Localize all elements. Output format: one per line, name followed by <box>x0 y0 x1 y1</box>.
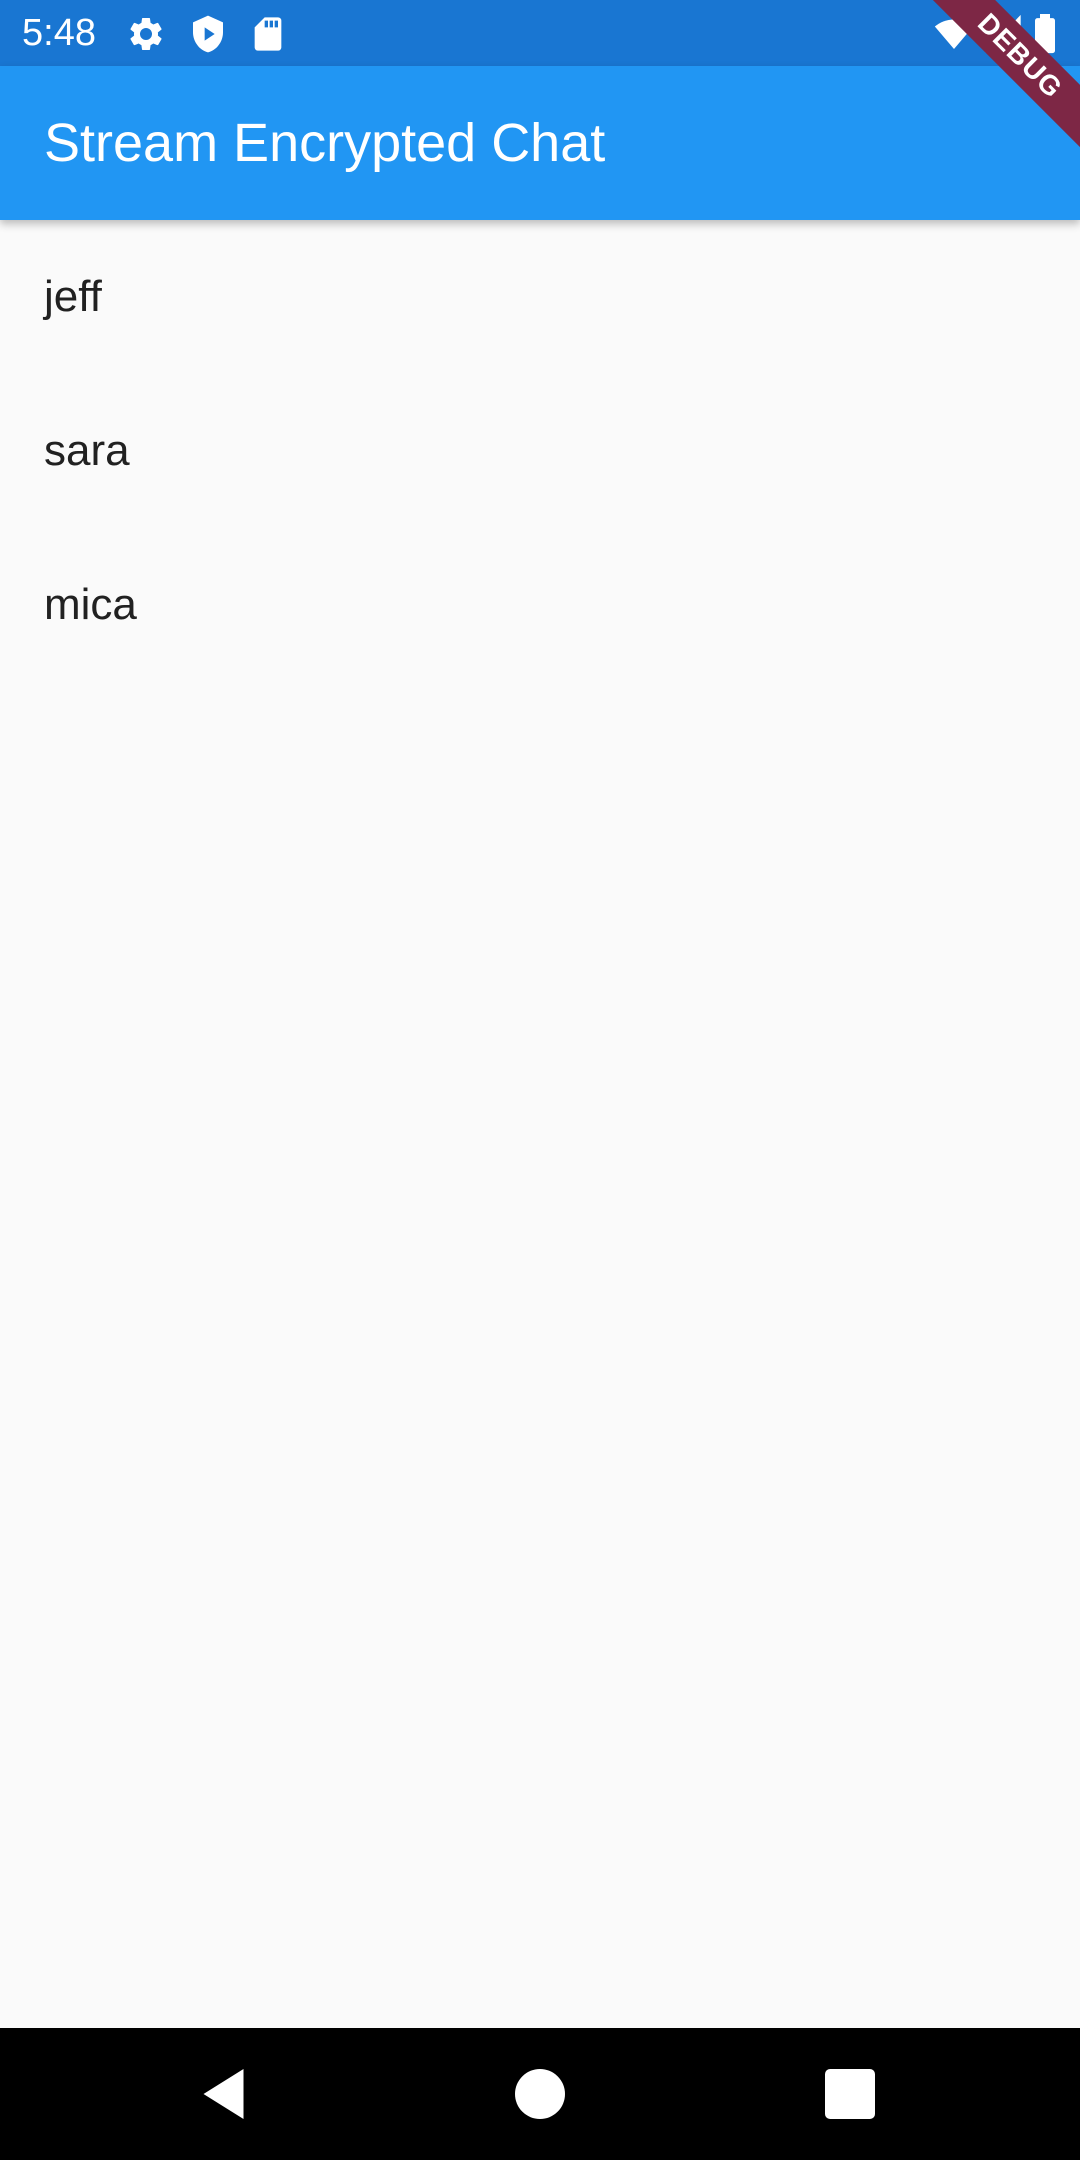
status-bar: 5:48 <box>0 0 1080 66</box>
status-time: 5:48 <box>22 12 96 54</box>
list-item-user[interactable]: mica <box>0 528 1080 682</box>
recents-icon[interactable] <box>820 2064 880 2124</box>
list-item-user[interactable]: sara <box>0 374 1080 528</box>
list-item-user[interactable]: jeff <box>0 220 1080 374</box>
shield-play-icon <box>188 14 228 54</box>
home-icon[interactable] <box>510 2064 570 2124</box>
user-list: jeff sara mica <box>0 220 1080 682</box>
navigation-bar <box>0 2028 1080 2160</box>
page-title: Stream Encrypted Chat <box>44 113 606 173</box>
back-icon[interactable] <box>196 2064 256 2124</box>
sd-card-icon <box>248 14 288 54</box>
app-bar: Stream Encrypted Chat <box>0 66 1080 220</box>
wifi-icon <box>934 14 974 54</box>
signal-icon <box>984 14 1024 54</box>
battery-icon <box>1030 14 1060 54</box>
settings-icon <box>126 14 166 54</box>
